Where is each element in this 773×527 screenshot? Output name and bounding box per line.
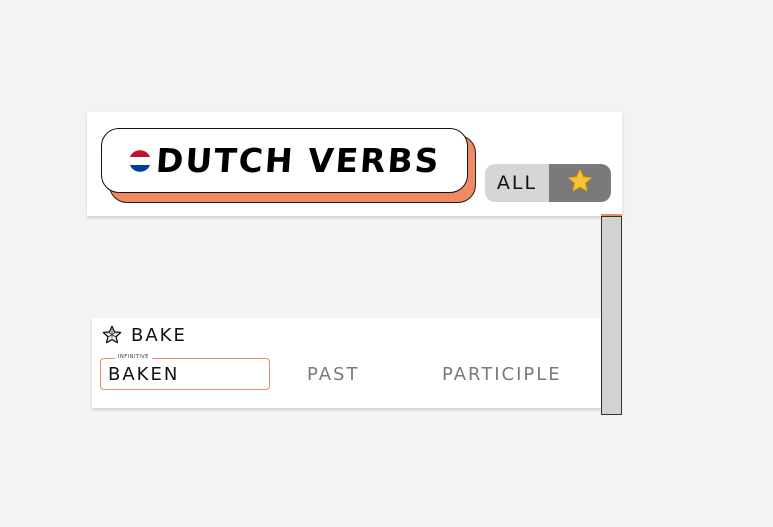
- verb-card: BAKE INFINITIVE BAKEN PAST PARTICIPLE: [92, 318, 601, 408]
- verb-english-label: BAKE: [131, 324, 187, 346]
- app-page: DUTCH VERBS ALL BAKE INFINITIVE BAKEN PA…: [0, 0, 773, 527]
- infinitive-field[interactable]: INFINITIVE BAKEN: [100, 354, 270, 390]
- header-bar: DUTCH VERBS ALL: [87, 112, 622, 216]
- page-title: DUTCH VERBS: [154, 141, 443, 180]
- star-outline-icon[interactable]: [101, 324, 123, 346]
- infinitive-value: BAKEN: [108, 364, 180, 385]
- verb-header: BAKE: [101, 324, 187, 346]
- filter-toggle: ALL: [485, 164, 611, 202]
- filter-favorites-button[interactable]: [549, 164, 611, 202]
- title-box: DUTCH VERBS: [101, 128, 468, 193]
- scrollbar[interactable]: [601, 216, 622, 415]
- star-icon: [566, 167, 594, 199]
- participle-field[interactable]: PARTICIPLE: [442, 364, 562, 385]
- infinitive-label: INFINITIVE: [115, 354, 152, 360]
- past-field[interactable]: PAST: [307, 364, 359, 385]
- netherlands-flag-icon: [128, 149, 152, 173]
- filter-all-button[interactable]: ALL: [485, 164, 549, 202]
